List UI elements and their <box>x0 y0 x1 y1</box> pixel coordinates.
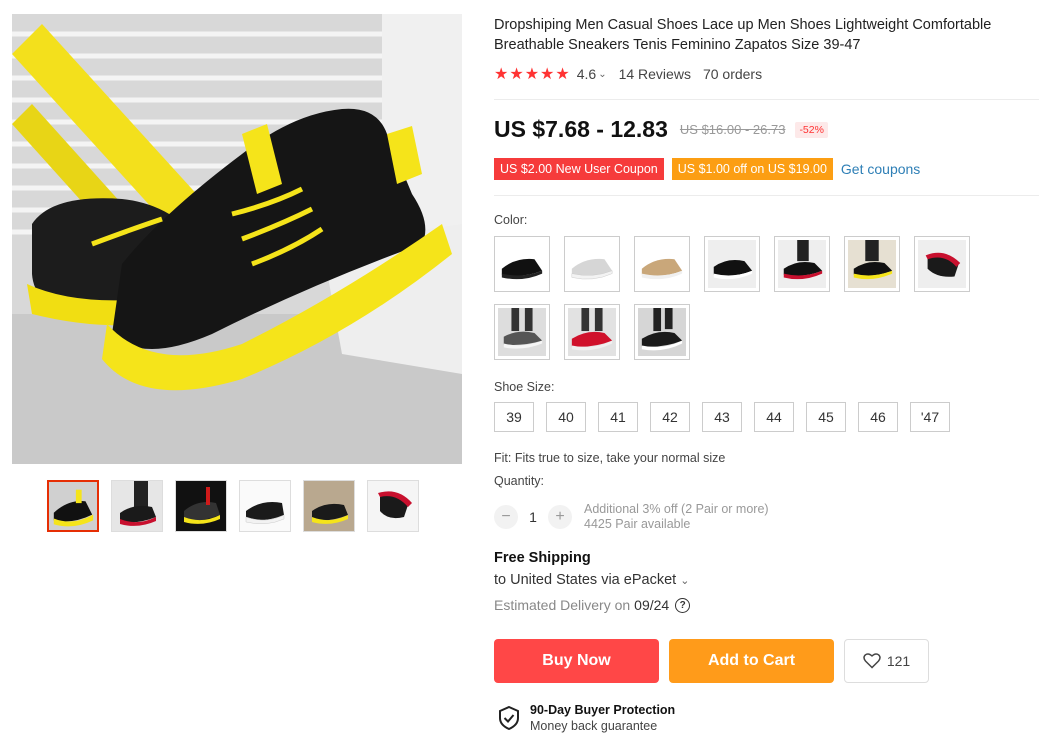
shoe-black-white-icon <box>638 308 686 356</box>
action-buttons: Buy Now Add to Cart 121 <box>494 639 929 683</box>
quantity-stepper: − 1 + Additional 3% off (2 Pair or more)… <box>494 502 769 532</box>
color-option-worn-gray[interactable] <box>494 304 550 360</box>
heart-icon <box>863 653 881 669</box>
current-price: US $7.68 - 12.83 <box>494 116 668 142</box>
thumbnail-2[interactable] <box>111 480 163 532</box>
thumbnail-4[interactable] <box>239 480 291 532</box>
size-option[interactable]: 44 <box>754 402 794 432</box>
help-icon[interactable]: ? <box>675 597 691 613</box>
thumbnail-5[interactable] <box>303 480 355 532</box>
divider <box>494 99 1039 100</box>
size-option[interactable]: 42 <box>650 402 690 432</box>
shoe-black-icon <box>501 258 543 280</box>
color-option-worn-red[interactable] <box>564 304 620 360</box>
quantity-input[interactable]: 1 <box>518 509 548 525</box>
size-option[interactable]: 41 <box>598 402 638 432</box>
reviews-link[interactable]: 14 Reviews <box>619 66 691 82</box>
color-option-black-white[interactable] <box>704 236 760 292</box>
chevron-down-icon: ⌄ <box>680 575 690 587</box>
shipping-title: Free Shipping <box>494 550 591 566</box>
shield-check-icon <box>499 706 519 730</box>
color-option-white[interactable] <box>564 236 620 292</box>
color-option-black[interactable] <box>494 236 550 292</box>
product-title: Dropshiping Men Casual Shoes Lace up Men… <box>494 17 992 53</box>
color-options <box>494 236 1014 360</box>
chevron-down-icon[interactable]: ⌄ <box>598 69 606 80</box>
delivery-label: Estimated Delivery on <box>494 597 631 613</box>
sneaker-photo <box>12 14 462 464</box>
thumbnail-6[interactable] <box>367 480 419 532</box>
shoe-white-icon <box>571 258 613 280</box>
quantity-notes: Additional 3% off (2 Pair or more) 4425 … <box>584 502 769 532</box>
discount-badge: -52% <box>795 121 828 138</box>
color-label: Color: <box>494 213 528 227</box>
store-coupon[interactable]: US $1.00 off on US $19.00 <box>671 158 833 180</box>
color-option-worn-black[interactable] <box>634 304 690 360</box>
wishlist-count: 121 <box>886 653 911 669</box>
shipping-destination-text: to United States via ePacket <box>494 572 677 588</box>
size-option[interactable]: 45 <box>806 402 846 432</box>
stock-available: 4425 Pair available <box>584 517 691 531</box>
price-row: US $7.68 - 12.83 US $16.00 - 26.73 -52% <box>494 116 828 143</box>
thumbnail-3[interactable] <box>175 480 227 532</box>
protection-subtitle: Money back guarantee <box>530 719 658 733</box>
color-option-khaki[interactable] <box>634 236 690 292</box>
thumbnail-strip <box>47 480 419 532</box>
bulk-offer: Additional 3% off (2 Pair or more) <box>584 502 769 516</box>
rating-row: ★★★★★ 4.6 ⌄ 14 Reviews 70 orders <box>494 64 762 84</box>
size-option[interactable]: 43 <box>702 402 742 432</box>
shoe-khaki-icon <box>641 258 683 280</box>
estimated-delivery: Estimated Delivery on 09/24 ? <box>494 597 691 613</box>
original-price: US $16.00 - 26.73 <box>679 122 786 137</box>
buyer-protection: 90-Day Buyer Protection Money back guara… <box>498 702 675 734</box>
main-product-image[interactable] <box>12 14 462 464</box>
orders-count: 70 orders <box>702 66 763 82</box>
quantity-label: Quantity: <box>494 474 545 488</box>
size-label: Shoe Size: <box>494 380 555 394</box>
size-option[interactable]: 40 <box>546 402 586 432</box>
protection-title: 90-Day Buyer Protection <box>530 703 676 717</box>
get-coupons-link[interactable]: Get coupons <box>841 161 920 177</box>
fit-note: Fit: Fits true to size, take your normal… <box>494 451 726 465</box>
star-rating-icon: ★★★★★ <box>494 66 571 83</box>
delivery-date: 09/24 <box>634 597 670 613</box>
size-option[interactable]: '47 <box>910 402 950 432</box>
color-option-black-yellow[interactable] <box>844 236 900 292</box>
color-option-black-red[interactable] <box>774 236 830 292</box>
size-option[interactable]: 46 <box>858 402 898 432</box>
shoe-black-yellow-icon <box>848 240 896 288</box>
thumbnail-1[interactable] <box>47 480 99 532</box>
shoe-black-white-icon <box>708 240 756 288</box>
shipping-destination[interactable]: to United States via ePacket ⌄ <box>494 572 689 588</box>
buy-now-button[interactable]: Buy Now <box>494 639 659 683</box>
coupons-row: US $2.00 New User Coupon US $1.00 off on… <box>494 158 920 180</box>
shoe-gray-icon <box>498 308 546 356</box>
decrease-quantity-button[interactable]: − <box>494 505 518 529</box>
color-option-black-red-2[interactable] <box>914 236 970 292</box>
wishlist-button[interactable]: 121 <box>844 639 929 683</box>
shoe-black-red-icon <box>918 240 966 288</box>
increase-quantity-button[interactable]: + <box>548 505 572 529</box>
new-user-coupon[interactable]: US $2.00 New User Coupon <box>494 158 664 180</box>
size-option[interactable]: 39 <box>494 402 534 432</box>
divider <box>494 195 1039 196</box>
size-options: 39 40 41 42 43 44 45 46 '47 <box>494 402 950 432</box>
shoe-red-icon <box>568 308 616 356</box>
add-to-cart-button[interactable]: Add to Cart <box>669 639 834 683</box>
rating-value[interactable]: 4.6 <box>577 66 596 82</box>
shoe-black-red-icon <box>778 240 826 288</box>
